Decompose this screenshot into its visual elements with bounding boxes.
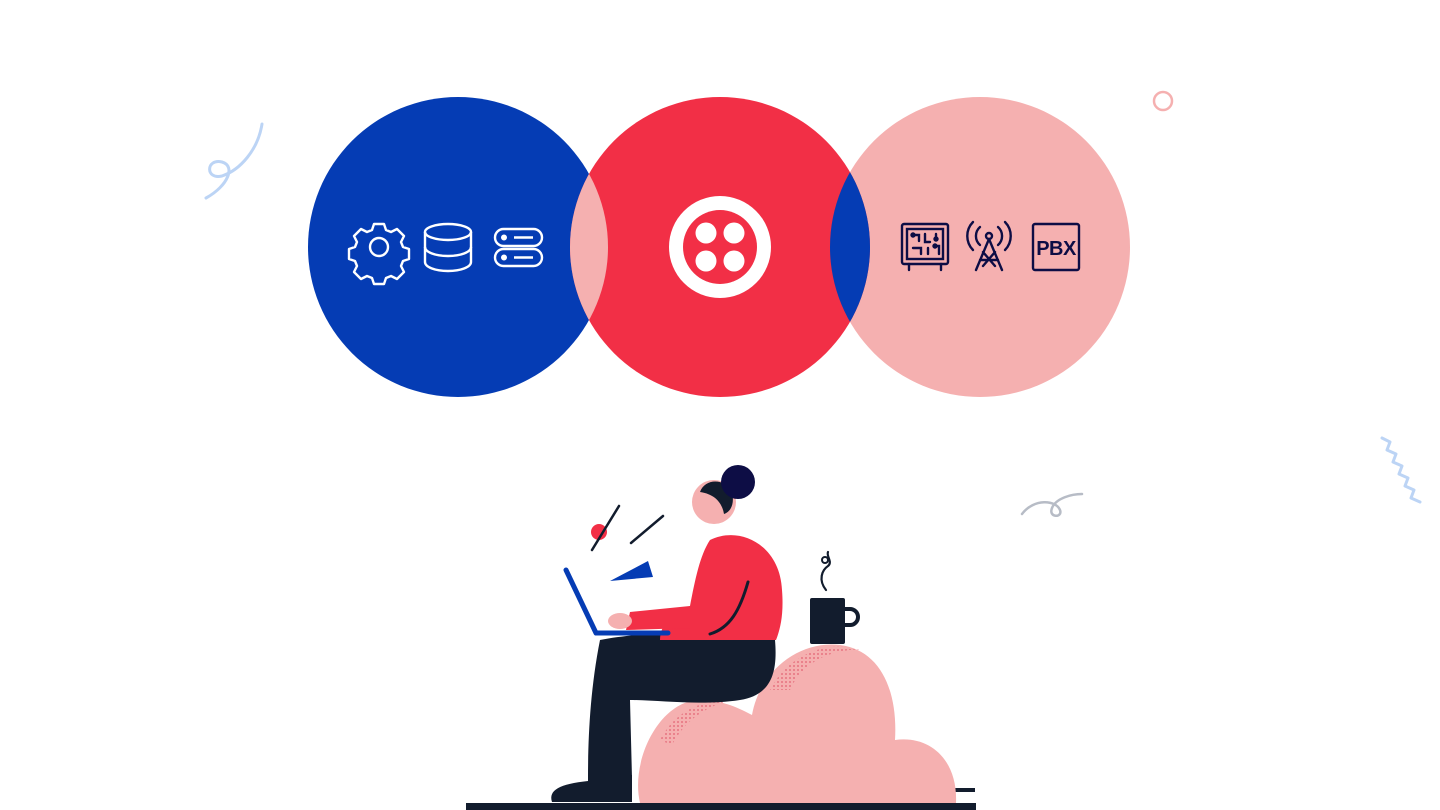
floor-line: [466, 803, 976, 810]
illustration-stage: PBX: [0, 0, 1440, 810]
decor-ring-top-right: [1152, 90, 1174, 112]
coffee-mug: [810, 550, 860, 644]
circle-right-pink: [830, 97, 1130, 397]
pbx-label: PBX: [1036, 238, 1077, 260]
twilio-logo-icon: [669, 196, 771, 298]
decor-swirl-gray: [1020, 492, 1084, 517]
decor-wave-right: [1380, 436, 1422, 504]
decor-squiggle-left: [204, 122, 264, 200]
floating-shapes: [590, 504, 665, 581]
hero-illustration: PBX: [204, 90, 1422, 810]
